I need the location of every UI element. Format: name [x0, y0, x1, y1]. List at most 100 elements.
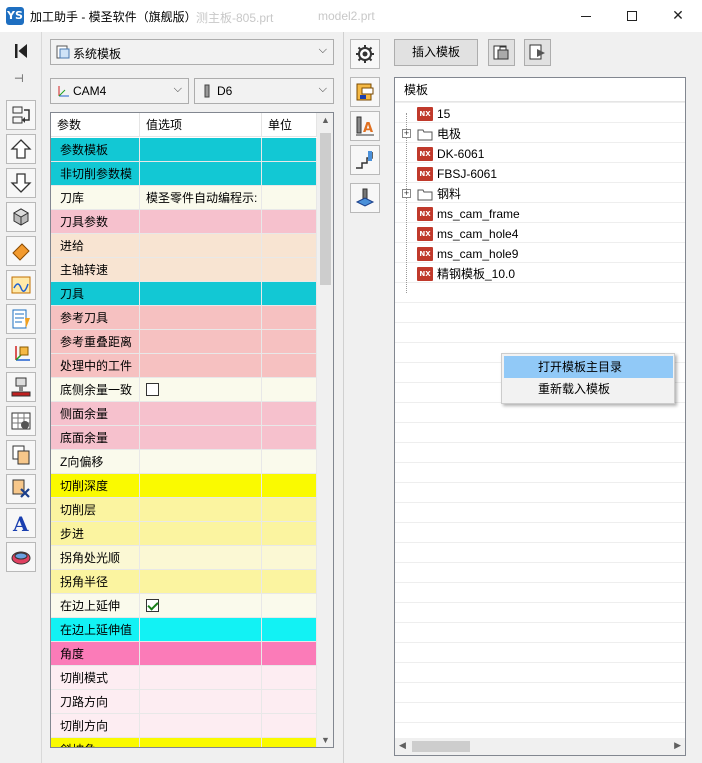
table-row[interactable]: 角度 [51, 642, 317, 666]
column-header-param[interactable]: 参数 [51, 113, 140, 137]
solid-button[interactable] [6, 202, 36, 232]
pin-icon[interactable]: ⊣ [14, 72, 24, 85]
menu-item-reload-templates[interactable]: 重新载入模板 [504, 378, 673, 400]
param-value[interactable] [140, 378, 262, 402]
table-row[interactable]: 处理中的工件 [51, 354, 317, 378]
table-row[interactable]: 拐角半径 [51, 570, 317, 594]
table-row[interactable]: 步进 [51, 522, 317, 546]
tree-item[interactable]: NX DK-6061 [395, 144, 685, 164]
param-value[interactable] [140, 282, 262, 306]
table-row[interactable]: 刀具参数 [51, 210, 317, 234]
param-value[interactable] [140, 354, 262, 378]
table-row[interactable]: 刀库 模圣零件自动编程示: [51, 186, 317, 210]
table-row[interactable]: 主轴转速 [51, 258, 317, 282]
param-value[interactable] [140, 642, 262, 666]
maximize-button[interactable] [609, 0, 655, 32]
table-row[interactable]: 在边上延伸值 [51, 618, 317, 642]
tree-header[interactable]: 模板 [395, 78, 685, 102]
table-row[interactable]: 切削深度 [51, 474, 317, 498]
tree-item[interactable]: NX FBSJ-6061 [395, 164, 685, 184]
grid-vertical-scrollbar[interactable]: ▲ ▼ [317, 113, 333, 747]
path-button[interactable] [6, 270, 36, 300]
first-item-button[interactable] [10, 40, 32, 62]
tree-item[interactable]: NX 15 [395, 104, 685, 124]
table-row[interactable]: 参考重叠距离 [51, 330, 317, 354]
param-value[interactable] [140, 234, 262, 258]
close-button[interactable]: ✕ [655, 0, 701, 32]
tree-item[interactable]: NX 精钢模板_10.0 [395, 264, 685, 284]
table-row[interactable]: 非切削参数模 [51, 162, 317, 186]
cam-select[interactable]: CAM4 ⌵ [50, 78, 189, 104]
table-row[interactable]: 侧面余量 [51, 402, 317, 426]
table-row[interactable]: 切削方向 [51, 714, 317, 738]
param-value[interactable] [140, 426, 262, 450]
tree-item[interactable]: + 电极 [395, 124, 685, 144]
scroll-down-icon[interactable]: ▼ [321, 735, 330, 745]
param-value[interactable] [140, 306, 262, 330]
param-value[interactable] [140, 138, 262, 162]
machine-button[interactable] [6, 372, 36, 402]
param-checkbox[interactable] [146, 599, 159, 612]
steps-button[interactable] [350, 145, 380, 175]
table-row[interactable]: 参考刀具 [51, 306, 317, 330]
template-orange-button[interactable] [350, 77, 380, 107]
table-row[interactable]: 进给 [51, 234, 317, 258]
param-value[interactable] [140, 738, 262, 747]
probe-button[interactable] [350, 183, 380, 213]
tree-item[interactable]: NX ms_cam_hole9 [395, 244, 685, 264]
tool-select[interactable]: D6 ⌵ [194, 78, 334, 104]
scroll-right-icon[interactable]: ▶ [674, 740, 681, 751]
table-row[interactable]: 底面余量 [51, 426, 317, 450]
move-down-button[interactable] [6, 168, 36, 198]
param-checkbox[interactable] [146, 383, 159, 396]
minimize-button[interactable] [563, 0, 609, 32]
insert-template-button[interactable]: 插入模板 [394, 39, 478, 66]
table-row[interactable]: 刀路方向 [51, 690, 317, 714]
swap-button[interactable] [6, 100, 36, 130]
scroll-left-icon[interactable]: ◀ [399, 740, 406, 751]
menu-item-open-template-dir[interactable]: 打开模板主目录 [504, 356, 673, 378]
param-value[interactable] [140, 162, 262, 186]
tree-item[interactable]: NX ms_cam_frame [395, 204, 685, 224]
expand-icon[interactable]: + [402, 129, 411, 138]
table-row[interactable]: 参数模板 [51, 138, 317, 162]
param-value[interactable] [140, 498, 262, 522]
eraser-button[interactable] [6, 236, 36, 266]
param-value[interactable] [140, 474, 262, 498]
move-up-button[interactable] [6, 134, 36, 164]
text-a-button[interactable]: A [6, 508, 36, 538]
scroll-up-icon[interactable]: ▲ [321, 115, 330, 125]
scroll-thumb[interactable] [320, 133, 331, 285]
param-value[interactable] [140, 570, 262, 594]
param-value[interactable] [140, 714, 262, 738]
tree-item[interactable]: + 钢料 [395, 184, 685, 204]
param-value[interactable] [140, 330, 262, 354]
delete-button[interactable] [6, 474, 36, 504]
settings-button[interactable] [350, 39, 380, 69]
template-select[interactable]: 系统模板 ⌵ [50, 39, 334, 65]
template-lock-button[interactable] [488, 39, 515, 66]
param-value[interactable] [140, 690, 262, 714]
template-export-button[interactable] [524, 39, 551, 66]
table-row[interactable]: Z向偏移 [51, 450, 317, 474]
tool-grid-button[interactable] [6, 406, 36, 436]
table-row[interactable]: 拐角处光顺 [51, 546, 317, 570]
scroll-thumb[interactable] [412, 741, 470, 752]
table-row[interactable]: 刀具 [51, 282, 317, 306]
param-value[interactable] [140, 402, 262, 426]
axis-button[interactable] [6, 338, 36, 368]
table-row[interactable]: 在边上延伸 [51, 594, 317, 618]
column-header-value[interactable]: 值选项 [140, 113, 262, 137]
tree-horizontal-scrollbar[interactable]: ◀ ▶ [395, 738, 685, 755]
param-value[interactable] [140, 594, 262, 618]
table-row[interactable]: 切削模式 [51, 666, 317, 690]
column-header-unit[interactable]: 单位 [262, 113, 317, 137]
param-value[interactable] [140, 546, 262, 570]
param-value[interactable] [140, 618, 262, 642]
table-row[interactable]: 底侧余量一致 [51, 378, 317, 402]
copy-button[interactable] [6, 440, 36, 470]
expand-icon[interactable]: + [402, 189, 411, 198]
param-value[interactable] [140, 450, 262, 474]
param-value[interactable] [140, 258, 262, 282]
table-row[interactable]: 斜坡角 [51, 738, 317, 747]
